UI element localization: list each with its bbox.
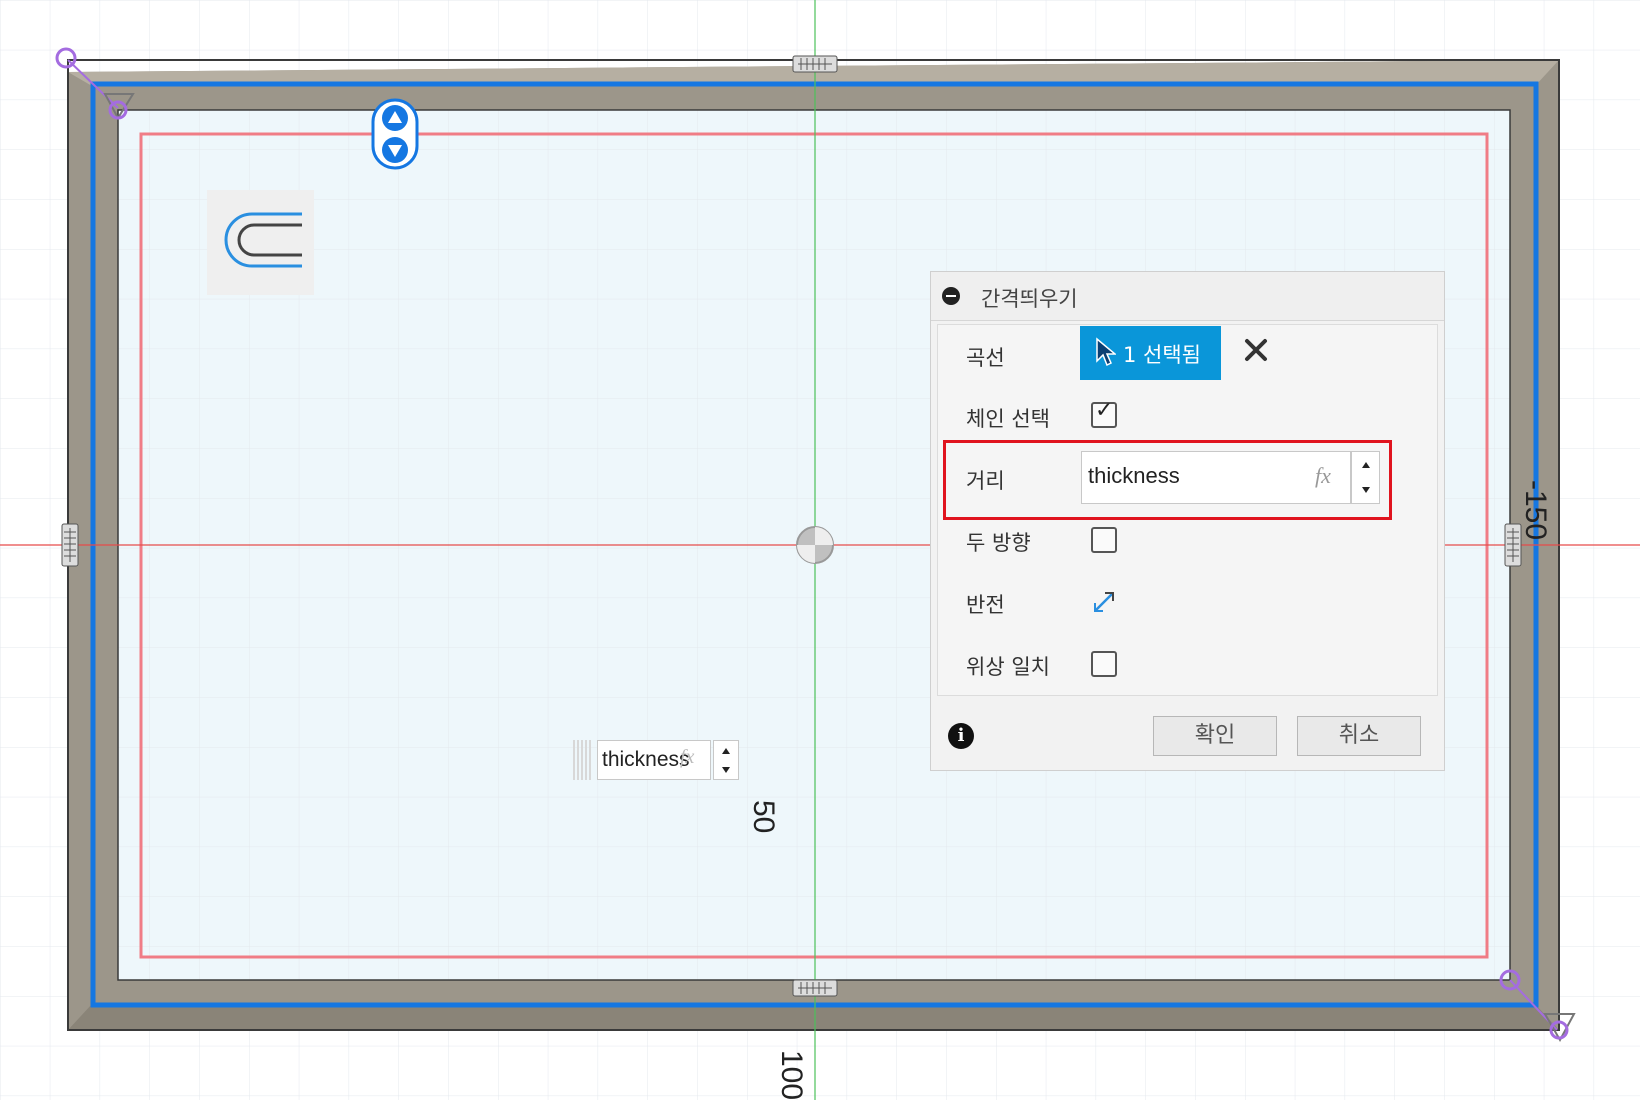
checkmark-icon: ✓ — [1095, 398, 1114, 423]
wall-bevel-bottom — [68, 1004, 1559, 1030]
offset-tool-thumbnail — [207, 190, 314, 295]
collapse-icon[interactable] — [942, 287, 960, 305]
spin-down-button[interactable] — [1352, 478, 1379, 504]
spin-up-button[interactable] — [1352, 452, 1379, 478]
chain-select-checkbox[interactable]: ✓ — [1091, 398, 1117, 428]
midpoint-marker-bottom — [792, 979, 838, 997]
drag-grip[interactable] — [573, 740, 591, 780]
offset-shape-icon — [224, 212, 302, 268]
distance-input[interactable]: fx — [1081, 451, 1351, 504]
midpoint-marker-top — [792, 55, 838, 73]
chain-select-label: 체인 선택 — [966, 407, 1050, 431]
dialog-header[interactable]: 간격띄우기 — [931, 272, 1444, 321]
inline-distance-spinner[interactable] — [713, 740, 739, 780]
dimension-horizontal[interactable]: -150 — [1519, 480, 1552, 540]
midpoint-marker-left — [61, 523, 79, 567]
dimension-vertical-outer[interactable]: 100 — [775, 1050, 808, 1100]
dialog-title: 간격띄우기 — [981, 287, 1078, 311]
both-directions-checkbox[interactable] — [1091, 527, 1117, 553]
origin-icon[interactable] — [796, 526, 834, 564]
offset-drag-handle[interactable] — [371, 98, 419, 170]
flip-label: 반전 — [966, 593, 1005, 617]
flip-icon[interactable] — [1088, 586, 1120, 618]
distance-value[interactable] — [1086, 462, 1310, 490]
cursor-icon — [1096, 337, 1116, 367]
info-icon[interactable]: i — [948, 723, 974, 749]
fx-icon[interactable]: fx — [680, 746, 694, 769]
distance-spinner[interactable] — [1351, 451, 1380, 504]
cancel-button[interactable]: 취소 — [1297, 716, 1421, 756]
inline-distance-input: fx — [573, 738, 743, 782]
topology-match-label: 위상 일치 — [966, 655, 1050, 679]
inline-distance-field[interactable]: fx — [597, 740, 711, 780]
curve-select-button[interactable]: 1 선택됨 — [1080, 326, 1221, 380]
dimension-vertical-inner[interactable]: 50 — [747, 800, 780, 833]
ok-button[interactable]: 확인 — [1153, 716, 1277, 756]
both-directions-label: 두 방향 — [966, 531, 1031, 555]
topology-match-checkbox[interactable] — [1091, 651, 1117, 677]
curve-select-label: 1 선택됨 — [1123, 343, 1201, 367]
fx-icon[interactable]: fx — [1315, 463, 1331, 489]
spin-down-button[interactable] — [714, 760, 738, 779]
curve-label: 곡선 — [966, 346, 1005, 370]
close-icon[interactable] — [1242, 336, 1270, 364]
spin-up-button[interactable] — [714, 741, 738, 760]
